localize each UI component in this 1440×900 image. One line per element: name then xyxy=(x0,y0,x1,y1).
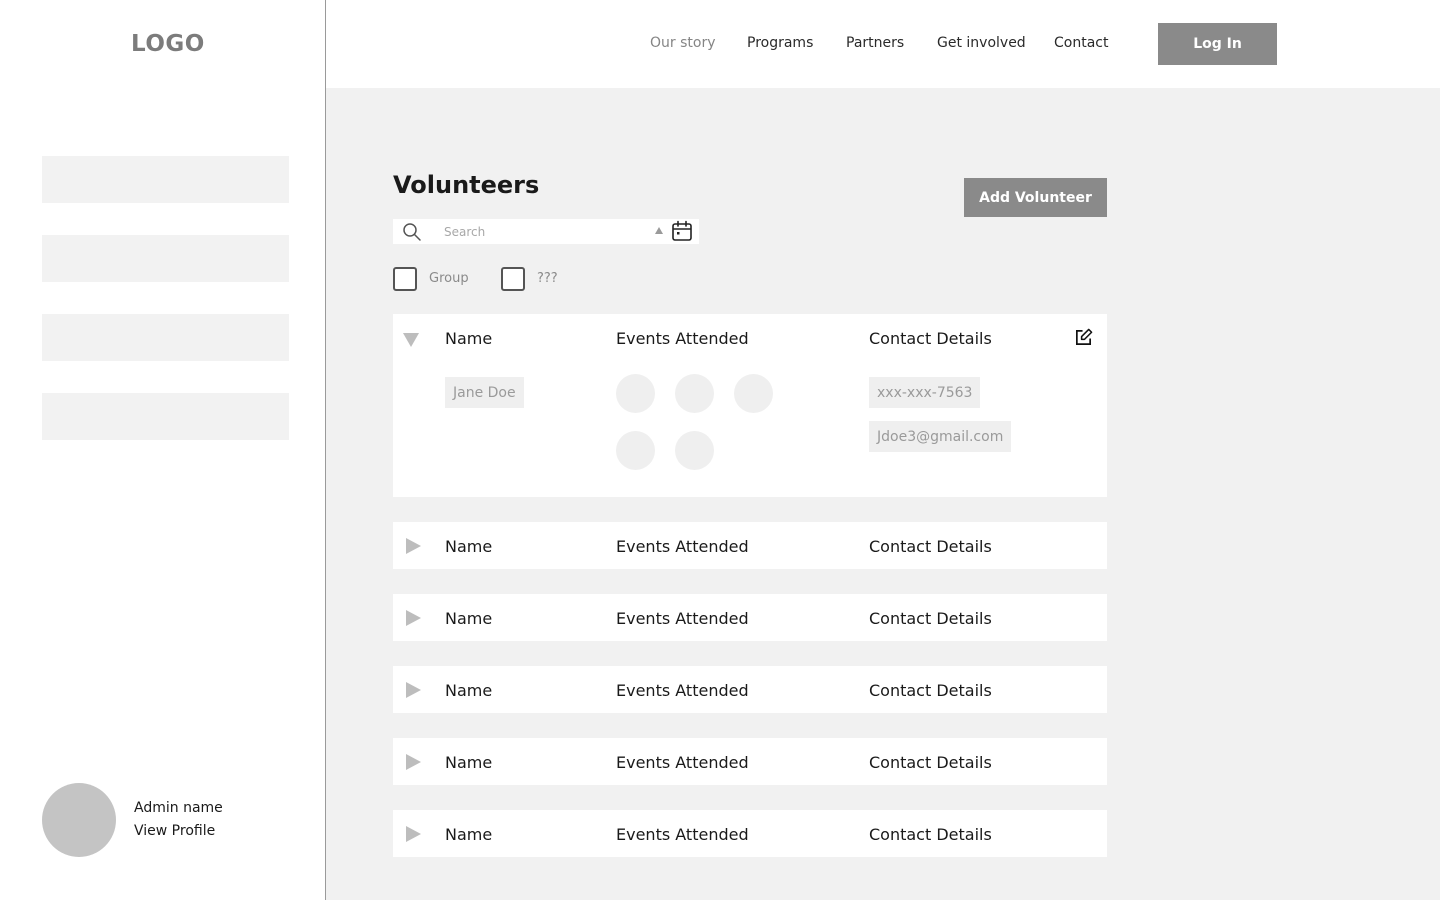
admin-name: Admin name xyxy=(134,800,223,816)
event-badge[interactable] xyxy=(734,374,773,413)
row-name: Name xyxy=(445,681,493,700)
event-badge[interactable] xyxy=(616,431,655,470)
logo[interactable]: LOGO xyxy=(131,31,205,57)
table-row[interactable] xyxy=(393,666,1107,713)
row-contact: Contact Details xyxy=(869,681,992,700)
group-checkbox[interactable] xyxy=(393,267,417,291)
nav-contact[interactable]: Contact xyxy=(1054,35,1108,51)
unknown-filter-checkbox[interactable] xyxy=(501,267,525,291)
row-name: Name xyxy=(445,537,493,556)
row-contact: Contact Details xyxy=(869,825,992,844)
email-chip[interactable]: Jdoe3@gmail.com xyxy=(869,421,1012,452)
expand-triangle-icon[interactable] xyxy=(403,824,423,844)
expand-triangle-icon[interactable] xyxy=(403,536,423,556)
nav-partners[interactable]: Partners xyxy=(846,35,904,51)
sidebar-item-3[interactable] xyxy=(42,314,289,361)
events-column-header: Events Attended xyxy=(616,329,749,348)
nav-our-story[interactable]: Our story xyxy=(650,35,716,51)
row-events: Events Attended xyxy=(616,537,749,556)
view-profile-link[interactable]: View Profile xyxy=(134,823,215,839)
row-contact: Contact Details xyxy=(869,609,992,628)
page-title: Volunteers xyxy=(393,171,540,199)
unknown-filter-label: ??? xyxy=(537,271,558,286)
search-icon xyxy=(403,223,421,241)
sidebar-item-4[interactable] xyxy=(42,393,289,440)
table-row[interactable] xyxy=(393,522,1107,569)
sidebar-item-1[interactable] xyxy=(42,156,289,203)
search-input[interactable] xyxy=(438,221,643,242)
row-name: Name xyxy=(445,825,493,844)
name-column-header: Name xyxy=(445,329,493,348)
row-name: Name xyxy=(445,753,493,772)
nav-get-involved[interactable]: Get involved xyxy=(937,35,1026,51)
sidebar: LOGO Admin name View Profile xyxy=(0,0,326,900)
row-events: Events Attended xyxy=(616,681,749,700)
row-events: Events Attended xyxy=(616,609,749,628)
expand-triangle-icon[interactable] xyxy=(403,752,423,772)
expand-triangle-icon[interactable] xyxy=(403,608,423,628)
contact-column-header: Contact Details xyxy=(869,329,992,348)
sidebar-item-2[interactable] xyxy=(42,235,289,282)
row-name: Name xyxy=(445,609,493,628)
event-badge[interactable] xyxy=(675,431,714,470)
event-badge[interactable] xyxy=(675,374,714,413)
row-events: Events Attended xyxy=(616,753,749,772)
avatar[interactable] xyxy=(42,783,116,857)
edit-icon[interactable] xyxy=(1074,328,1093,347)
calendar-icon[interactable] xyxy=(671,220,693,242)
phone-chip[interactable]: xxx-xxx-7563 xyxy=(869,377,981,408)
table-row[interactable] xyxy=(393,810,1107,857)
row-contact: Contact Details xyxy=(869,753,992,772)
row-contact: Contact Details xyxy=(869,537,992,556)
collapse-triangle-icon[interactable] xyxy=(401,329,421,349)
row-events: Events Attended xyxy=(616,825,749,844)
table-row[interactable] xyxy=(393,594,1107,641)
add-volunteer-button[interactable]: Add Volunteer xyxy=(964,178,1107,217)
sort-arrow-icon[interactable] xyxy=(654,226,664,236)
table-row[interactable] xyxy=(393,738,1107,785)
volunteer-name[interactable]: Jane Doe xyxy=(445,377,524,408)
event-badge[interactable] xyxy=(616,374,655,413)
group-checkbox-label: Group xyxy=(429,271,469,286)
nav-programs[interactable]: Programs xyxy=(747,35,813,51)
expand-triangle-icon[interactable] xyxy=(403,680,423,700)
login-button[interactable]: Log In xyxy=(1158,23,1277,65)
